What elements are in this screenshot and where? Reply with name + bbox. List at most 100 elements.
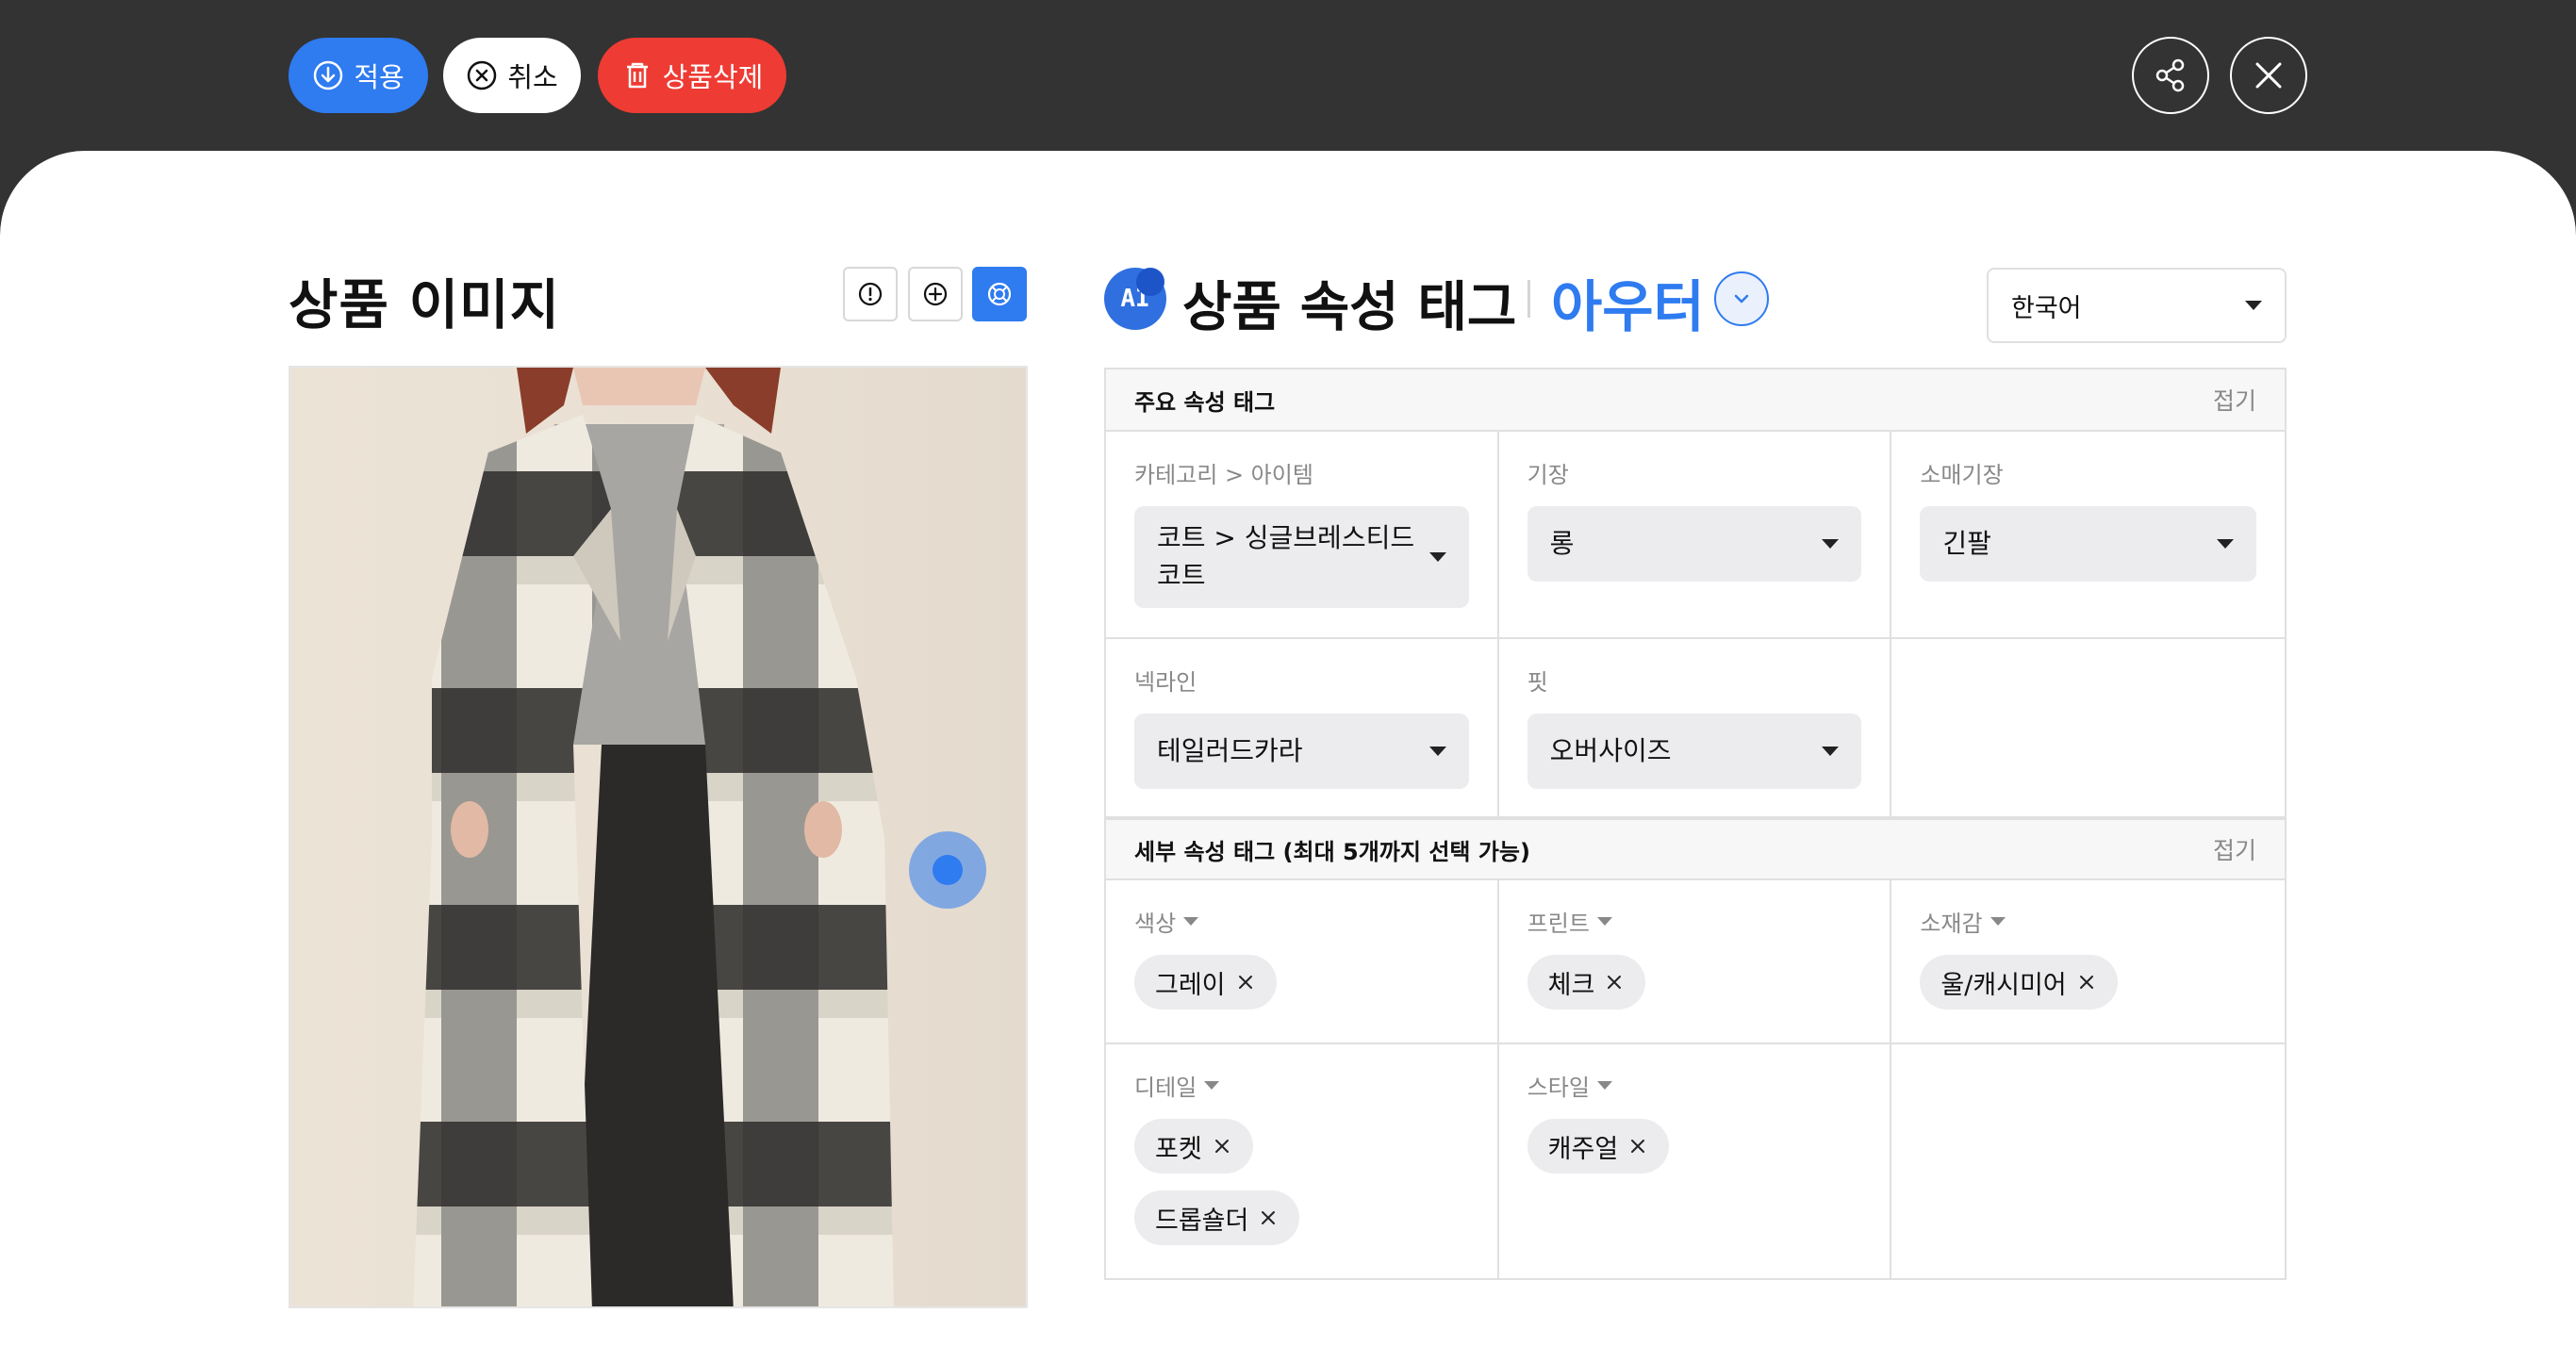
- tag-label: 캐주얼: [1547, 1134, 1619, 1164]
- image-panel-title: 상품 이미지: [289, 274, 561, 336]
- share-icon: [2155, 58, 2185, 92]
- main-tags-row: 넥라인 테일러드카라 핏 오버사이즈: [1106, 639, 2285, 818]
- cancel-button[interactable]: 취소: [443, 38, 581, 113]
- field-label: 넥라인: [1134, 669, 1197, 696]
- neckline-select[interactable]: 테일러드카라: [1134, 714, 1469, 789]
- fit-select[interactable]: 오버사이즈: [1527, 714, 1862, 789]
- caret-down-icon: [1822, 747, 1840, 756]
- sleeve-length-select[interactable]: 긴팔: [1920, 506, 2256, 582]
- tag-chip: 포켓: [1134, 1119, 1253, 1174]
- tag-chip: 드롭숄더: [1134, 1190, 1300, 1245]
- share-button[interactable]: [2132, 37, 2209, 114]
- tag-label: 드롭숄더: [1155, 1206, 1249, 1236]
- target-icon: [987, 282, 1012, 306]
- detail-tags-title: 세부 속성 태그 (최대 5개까지 선택 가능): [1134, 838, 1530, 865]
- info-tool-button[interactable]: [843, 267, 898, 321]
- detail-tags-collapse-button[interactable]: 접기: [2213, 832, 2256, 866]
- tag-chip: 캐주얼: [1527, 1119, 1670, 1174]
- select-value: 롱: [1549, 528, 1575, 559]
- field-sleeve-length: 소매기장 긴팔: [1891, 432, 2285, 637]
- delete-label: 상품삭제: [662, 61, 764, 93]
- material-dropdown[interactable]: 소재감: [1920, 905, 2256, 938]
- detail-tags-header: 세부 속성 태그 (최대 5개까지 선택 가능) 접기: [1106, 818, 2285, 880]
- language-value: 한국어: [2011, 293, 2082, 323]
- field-fit: 핏 오버사이즈: [1499, 639, 1892, 816]
- apply-button[interactable]: 적용: [289, 38, 428, 113]
- field-category-item: 카테고리 > 아이템 코트 > 싱글브레스티드 코트: [1106, 432, 1499, 637]
- detail-tags-row: 디테일 포켓 드롭숄더 스타일 캐주얼: [1106, 1044, 2285, 1278]
- main-tags-collapse-button[interactable]: 접기: [2213, 383, 2256, 417]
- field-material: 소재감 울/캐시미어: [1891, 880, 2285, 1042]
- detail-tags-row: 색상 그레이 프린트 체크 소재감 울/캐시미어: [1106, 880, 2285, 1044]
- apply-label: 적용: [354, 61, 405, 93]
- field-neckline: 넥라인 테일러드카라: [1106, 639, 1499, 816]
- caret-down-icon: [1822, 539, 1840, 549]
- field-label: 소매기장: [1920, 462, 2004, 488]
- image-hotspot[interactable]: [909, 831, 986, 909]
- field-label: 소재감: [1920, 911, 1983, 937]
- download-circle-icon: [314, 60, 343, 90]
- cancel-label: 취소: [507, 61, 558, 93]
- print-dropdown[interactable]: 프린트: [1527, 905, 1862, 938]
- remove-tag-icon[interactable]: [1235, 972, 1256, 993]
- info-icon: [858, 282, 883, 306]
- close-icon: [2255, 62, 2282, 89]
- color-dropdown[interactable]: 색상: [1134, 905, 1469, 938]
- remove-tag-icon[interactable]: [1604, 972, 1625, 993]
- field-label: 색상: [1134, 911, 1177, 937]
- empty-cell: [1891, 639, 2285, 816]
- select-value: 테일러드카라: [1157, 735, 1303, 766]
- category-dropdown-button[interactable]: [1714, 271, 1769, 326]
- tag-label: 체크: [1547, 970, 1595, 1000]
- field-print: 프린트 체크: [1499, 880, 1892, 1042]
- field-label: 디테일: [1134, 1075, 1197, 1101]
- chevron-down-icon: [1734, 294, 1749, 304]
- add-tool-button[interactable]: [908, 267, 963, 321]
- title-divider: [1527, 280, 1530, 318]
- empty-cell: [1891, 1044, 2285, 1278]
- field-label: 기장: [1527, 462, 1569, 488]
- attribute-table: 주요 속성 태그 접기 카테고리 > 아이템 코트 > 싱글브레스티드 코트 기…: [1104, 368, 2287, 1280]
- tag-label: 포켓: [1155, 1134, 1202, 1164]
- delete-product-button[interactable]: 상품삭제: [598, 38, 786, 113]
- remove-tag-icon[interactable]: [1212, 1136, 1232, 1157]
- tag-chip: 그레이: [1134, 955, 1277, 1010]
- caret-down-icon: [1183, 917, 1199, 926]
- field-label: 프린트: [1527, 911, 1590, 937]
- detail-dropdown[interactable]: 디테일: [1134, 1069, 1469, 1102]
- remove-tag-icon[interactable]: [1627, 1136, 1648, 1157]
- style-dropdown[interactable]: 스타일: [1527, 1069, 1862, 1102]
- tag-label: 울/캐시미어: [1940, 970, 2067, 1000]
- caret-down-icon: [1428, 552, 1446, 562]
- field-color: 색상 그레이: [1106, 880, 1499, 1042]
- select-value: 코트 > 싱글브레스티드 코트: [1157, 522, 1415, 591]
- close-button[interactable]: [2230, 37, 2307, 114]
- caret-down-icon: [2245, 301, 2262, 310]
- trash-icon: [626, 62, 648, 89]
- field-label: 핏: [1527, 669, 1548, 696]
- target-tool-button[interactable]: [972, 267, 1027, 321]
- main-tags-title: 주요 속성 태그: [1134, 388, 1276, 416]
- tag-list: 포켓 드롭숄더: [1134, 1102, 1469, 1245]
- main-tags-row: 카테고리 > 아이템 코트 > 싱글브레스티드 코트 기장 롱 소매기장 긴팔: [1106, 432, 2285, 639]
- product-image: [289, 366, 1028, 1308]
- category-item-select[interactable]: 코트 > 싱글브레스티드 코트: [1134, 506, 1469, 608]
- field-label: 스타일: [1527, 1075, 1590, 1101]
- remove-tag-icon[interactable]: [2076, 972, 2097, 993]
- remove-tag-icon[interactable]: [1258, 1207, 1279, 1228]
- top-toolbar: 적용 취소 상품삭제: [0, 0, 2576, 151]
- select-value: 긴팔: [1942, 528, 1991, 559]
- category-title: 아우터: [1551, 274, 1705, 339]
- add-icon: [923, 282, 948, 306]
- tag-chip: 울/캐시미어: [1920, 955, 2118, 1010]
- field-length: 기장 롱: [1499, 432, 1892, 637]
- caret-down-icon: [1428, 747, 1446, 756]
- coat-illustration: [413, 368, 894, 1306]
- main-panel: 상품 이미지 AI 상품 속성 태그 아우터 한국어 주요 속성 태그 접기 카…: [0, 151, 2576, 1346]
- length-select[interactable]: 롱: [1527, 506, 1862, 582]
- select-value: 오버사이즈: [1549, 735, 1672, 766]
- field-label: 카테고리 > 아이템: [1134, 462, 1313, 488]
- language-select[interactable]: 한국어: [1987, 268, 2287, 343]
- tag-chip: 체크: [1527, 955, 1646, 1010]
- cancel-circle-icon: [468, 60, 497, 90]
